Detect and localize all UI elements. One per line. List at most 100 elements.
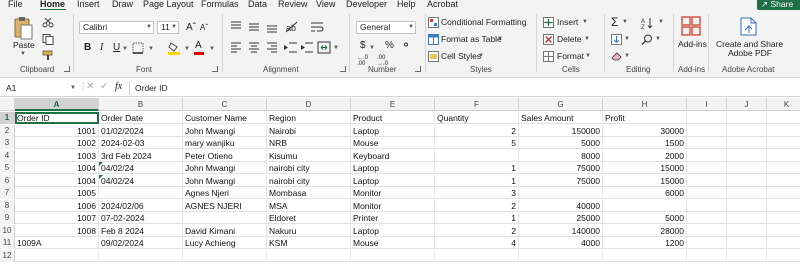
table-cell[interactable] <box>767 225 800 237</box>
table-cell[interactable]: Lucy Achieng <box>183 237 267 249</box>
fill-chevron-icon[interactable]: ▼ <box>624 36 630 42</box>
table-cell[interactable] <box>727 249 767 262</box>
row-header[interactable]: 8 <box>0 199 15 212</box>
table-cell[interactable]: David Kimani <box>183 224 267 237</box>
table-cell[interactable] <box>727 149 767 162</box>
row-header[interactable]: 10 <box>0 224 15 237</box>
table-cell[interactable] <box>687 162 727 174</box>
table-cell[interactable] <box>351 249 435 262</box>
table-cell[interactable]: Feb 8 2024 <box>99 224 183 237</box>
table-cell[interactable]: 75000 <box>519 174 603 187</box>
table-cell[interactable] <box>767 112 800 124</box>
table-cell[interactable] <box>767 162 800 174</box>
table-cell[interactable]: 01/02/2024 <box>99 124 183 137</box>
table-cell[interactable]: 5000 <box>603 212 687 224</box>
table-cell[interactable]: 1500 <box>603 137 687 149</box>
row-header[interactable]: 2 <box>0 124 15 137</box>
table-cell[interactable] <box>727 137 767 149</box>
table-cell[interactable]: Laptop <box>351 162 435 174</box>
column-header-b[interactable]: B <box>99 98 183 111</box>
table-cell[interactable]: 30000 <box>603 124 687 137</box>
table-cell[interactable] <box>687 187 727 199</box>
column-header-i[interactable]: I <box>687 98 727 111</box>
table-cell[interactable] <box>767 250 800 262</box>
column-header-j[interactable]: J <box>727 98 767 111</box>
font-color-icon[interactable]: A <box>195 40 202 51</box>
table-cell[interactable]: 15000 <box>603 162 687 174</box>
table-cell[interactable] <box>687 249 727 262</box>
underline-chevron-icon[interactable]: ▼ <box>122 46 128 52</box>
clipboard-launcher-icon[interactable] <box>64 66 70 72</box>
table-cell[interactable]: 04/02/24 <box>99 174 183 187</box>
borders-chevron-icon[interactable]: ▼ <box>148 46 154 52</box>
row-header[interactable]: 7 <box>0 187 15 199</box>
table-cell[interactable] <box>687 237 727 249</box>
align-left-icon[interactable] <box>231 42 241 53</box>
table-cell[interactable]: 04/02/24 <box>99 162 183 174</box>
table-cell[interactable]: Laptop <box>351 124 435 137</box>
table-cell[interactable]: Sales Amount <box>519 112 603 124</box>
table-cell[interactable] <box>687 199 727 212</box>
column-header-e[interactable]: E <box>351 98 435 111</box>
fill-color-chevron-icon[interactable]: ▼ <box>184 46 190 52</box>
table-cell[interactable]: Order Date <box>99 112 183 124</box>
table-cell[interactable]: 3rd Feb 2024 <box>99 149 183 162</box>
table-cell[interactable]: 1 <box>435 174 519 187</box>
table-cell[interactable]: Peter Otieno <box>183 149 267 162</box>
table-cell[interactable]: 6000 <box>603 187 687 199</box>
table-cell[interactable]: 1 <box>435 212 519 224</box>
table-cell[interactable]: 1009A <box>15 237 99 249</box>
table-cell[interactable]: Product <box>351 112 435 124</box>
table-cell[interactable]: Profit <box>603 112 687 124</box>
align-top-icon[interactable] <box>231 21 241 29</box>
table-cell[interactable]: Mouse <box>351 237 435 249</box>
table-cell[interactable]: nairobi city <box>267 174 351 187</box>
italic-icon[interactable]: I <box>100 42 103 53</box>
align-center-icon[interactable] <box>249 42 259 53</box>
table-cell[interactable] <box>603 199 687 212</box>
table-cell[interactable] <box>435 149 519 162</box>
table-cell[interactable]: 3 <box>435 187 519 199</box>
table-cell[interactable] <box>767 150 800 162</box>
table-cell[interactable]: Laptop <box>351 174 435 187</box>
currency-icon[interactable]: $ <box>360 40 366 51</box>
table-cell[interactable]: MSA <box>267 199 351 212</box>
table-cell[interactable]: 28000 <box>603 224 687 237</box>
tab-formulas[interactable]: Formulas <box>201 0 239 10</box>
table-cell[interactable]: 1 <box>435 162 519 174</box>
bold-icon[interactable]: B <box>84 42 91 53</box>
confirm-entry-icon[interactable]: ✓ <box>100 81 108 92</box>
increase-indent-icon[interactable] <box>301 42 313 53</box>
table-cell[interactable] <box>687 149 727 162</box>
paste-icon[interactable] <box>13 16 33 40</box>
table-cell[interactable]: John Mwangi <box>183 162 267 174</box>
table-cell[interactable]: Nakuru <box>267 224 351 237</box>
table-cell[interactable]: 5 <box>435 137 519 149</box>
column-header-f[interactable]: F <box>435 98 519 111</box>
table-cell[interactable] <box>767 125 800 137</box>
table-cell[interactable]: Customer Name <box>183 112 267 124</box>
table-cell[interactable]: John Mwangi <box>183 124 267 137</box>
table-cell[interactable]: 4000 <box>519 237 603 249</box>
table-cell[interactable] <box>687 124 727 137</box>
table-cell[interactable] <box>603 249 687 262</box>
tab-insert[interactable]: Insert <box>77 0 100 10</box>
sort-filter-icon[interactable]: AZ <box>641 17 657 29</box>
table-cell[interactable]: 1007 <box>15 212 99 224</box>
table-cell[interactable]: KSM <box>267 237 351 249</box>
share-button[interactable]: ↗ Share <box>757 0 800 10</box>
table-cell[interactable]: 4 <box>435 237 519 249</box>
find-select-chevron-icon[interactable]: ▼ <box>655 36 661 42</box>
table-cell[interactable]: 1006 <box>15 199 99 212</box>
table-cell[interactable] <box>767 237 800 249</box>
table-cell[interactable] <box>99 249 183 262</box>
column-header-g[interactable]: G <box>519 98 603 111</box>
number-launcher-icon[interactable] <box>415 66 421 72</box>
row-header[interactable]: 5 <box>0 162 15 174</box>
table-cell[interactable] <box>727 124 767 137</box>
table-cell[interactable]: Nairobi <box>267 124 351 137</box>
table-cell[interactable]: 09/02/2024 <box>99 237 183 249</box>
currency-chevron-icon[interactable]: ▼ <box>369 45 375 51</box>
table-cell[interactable]: 1008 <box>15 224 99 237</box>
table-cell[interactable]: 1002 <box>15 137 99 149</box>
